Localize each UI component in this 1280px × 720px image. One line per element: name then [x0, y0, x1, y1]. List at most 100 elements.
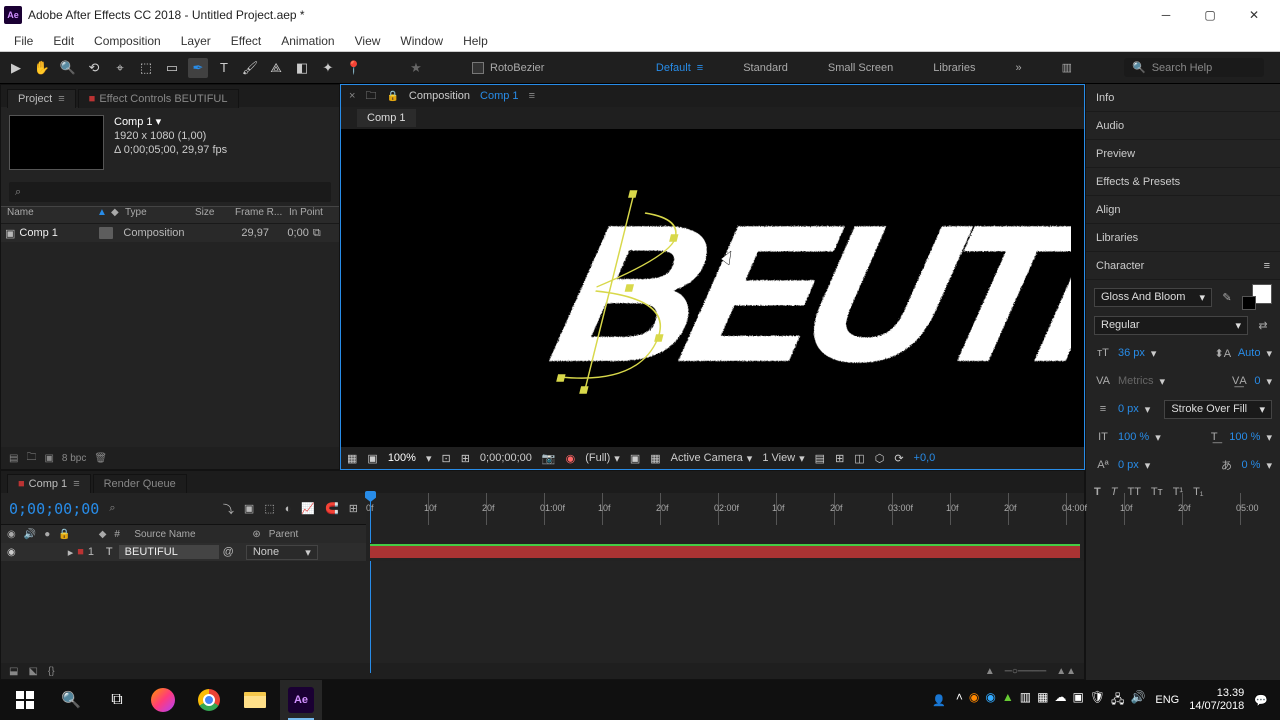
- taskbar-after-effects[interactable]: Ae: [280, 680, 322, 720]
- panel-menu-icon[interactable]: ≡: [1264, 260, 1270, 272]
- 3d-draft-icon[interactable]: ▦: [650, 452, 660, 465]
- camera-select[interactable]: Active Camera▾: [671, 452, 753, 465]
- subscript-button[interactable]: T₁: [1193, 486, 1203, 498]
- viewer-comp-link[interactable]: Comp 1: [480, 90, 519, 102]
- timeline-tab-comp[interactable]: ■Comp 1≡: [7, 474, 91, 493]
- rotobezier-checkbox[interactable]: [472, 62, 484, 74]
- minimize-button[interactable]: ─: [1144, 0, 1188, 30]
- current-timecode[interactable]: 0;00;00;00: [9, 500, 99, 518]
- timeline-layer-row[interactable]: ◉ ▸ ■ 1 T BEUTIFUL @ None▾: [1, 543, 1084, 561]
- hand-tool-icon[interactable]: ✋: [32, 58, 52, 78]
- exposure-value[interactable]: +0,0: [914, 452, 936, 464]
- project-item-row[interactable]: ▣ Comp 1 Composition 29,97 0;00 ⧉: [1, 224, 339, 242]
- vscale-value[interactable]: 100 %: [1118, 431, 1149, 443]
- transparency-icon[interactable]: ▣: [367, 452, 377, 465]
- rotobezier-option[interactable]: RotoBezier: [472, 62, 544, 74]
- timeline-search-icon[interactable]: ⌕: [109, 502, 115, 515]
- menu-view[interactable]: View: [345, 32, 391, 50]
- notifications-icon[interactable]: 💬: [1254, 694, 1268, 707]
- menu-composition[interactable]: Composition: [84, 32, 171, 50]
- viewer-menu-icon[interactable]: ≡: [529, 90, 535, 102]
- hdr-size[interactable]: Size: [195, 207, 235, 223]
- taskbar-search-icon[interactable]: 🔍: [50, 680, 92, 720]
- menu-effect[interactable]: Effect: [221, 32, 271, 50]
- eyedropper-icon[interactable]: ✎: [1218, 291, 1236, 304]
- shape-tool-icon[interactable]: ▭: [162, 58, 182, 78]
- workspace-small[interactable]: Small Screen: [828, 62, 893, 74]
- taskbar-clock[interactable]: 13.3914/07/2018: [1189, 687, 1244, 713]
- col-lock-icon[interactable]: 🔒: [58, 529, 70, 540]
- smallcaps-button[interactable]: Tᴛ: [1151, 486, 1163, 498]
- draft3d-icon[interactable]: ▣: [244, 502, 254, 515]
- graph-editor-icon[interactable]: 📈: [301, 502, 315, 515]
- search-help-input[interactable]: 🔍 Search Help: [1124, 58, 1264, 77]
- toggle-in-out-icon[interactable]: {}: [48, 666, 55, 677]
- type-tool-icon[interactable]: T: [214, 58, 234, 78]
- menu-edit[interactable]: Edit: [43, 32, 84, 50]
- workspace-panel-icon[interactable]: ▥: [1062, 61, 1072, 74]
- workspace-default-menu-icon[interactable]: ≡: [697, 62, 703, 74]
- hdr-inpoint[interactable]: In Point: [289, 207, 323, 223]
- baseline-value[interactable]: 0 px: [1118, 459, 1139, 471]
- trash-icon[interactable]: 🗑: [94, 453, 107, 464]
- tray-app4-icon[interactable]: ▥: [1020, 690, 1031, 711]
- menu-help[interactable]: Help: [453, 32, 498, 50]
- toggle-modes-icon[interactable]: ⬕: [28, 666, 37, 677]
- col-parent[interactable]: Parent: [269, 529, 329, 540]
- motionblur-icon[interactable]: ◐: [285, 503, 292, 515]
- menu-file[interactable]: File: [4, 32, 43, 50]
- layer-label-icon[interactable]: ■: [77, 546, 84, 558]
- workspace-overflow-icon[interactable]: »: [1015, 62, 1021, 74]
- time-display[interactable]: 0;00;00;00: [480, 452, 532, 464]
- hdr-framerate[interactable]: Frame R...: [235, 207, 289, 223]
- stroke-color-swatch[interactable]: [1242, 296, 1256, 310]
- taskbar-explorer[interactable]: [234, 680, 276, 720]
- snapshot-icon[interactable]: 📷: [542, 452, 556, 465]
- camera-tool-icon[interactable]: ⌖: [110, 58, 130, 78]
- framemix-icon[interactable]: ⬚: [264, 502, 274, 515]
- hdr-sort-icon[interactable]: ▲: [97, 207, 111, 223]
- workspace-standard[interactable]: Standard: [743, 62, 788, 74]
- layer-twirl-icon[interactable]: ▸: [68, 546, 74, 559]
- bpc-label[interactable]: 8 bpc: [62, 453, 86, 464]
- brush-tool-icon[interactable]: 🖌: [240, 58, 260, 78]
- toggle-switches-icon[interactable]: ⬓: [9, 666, 18, 677]
- hdr-name[interactable]: Name: [7, 207, 97, 223]
- layer-parent-select[interactable]: None▾: [246, 545, 318, 560]
- lock-icon[interactable]: 🔒: [386, 91, 398, 102]
- tracking-value[interactable]: 0: [1254, 375, 1260, 387]
- tray-up-icon[interactable]: ˄: [956, 690, 963, 711]
- zoom-tool-icon[interactable]: 🔍: [58, 58, 78, 78]
- layer-name[interactable]: BEUTIFUL: [119, 545, 219, 559]
- close-viewer-icon[interactable]: ×: [349, 90, 355, 102]
- leading-value[interactable]: Auto: [1238, 347, 1261, 359]
- puppet-tool-icon[interactable]: 📍: [344, 58, 364, 78]
- workspace-default[interactable]: Default: [656, 62, 691, 74]
- viewport-stage[interactable]: BEUTI: [341, 129, 1084, 447]
- viewer-folder-icon[interactable]: 🗀: [365, 87, 376, 106]
- adj-icon[interactable]: ⊞: [349, 502, 358, 515]
- swap-colors-icon[interactable]: ⇄: [1254, 319, 1272, 332]
- close-button[interactable]: ✕: [1232, 0, 1276, 30]
- font-size-value[interactable]: 36 px: [1118, 347, 1145, 359]
- col-eye-icon[interactable]: ◉: [7, 529, 16, 540]
- col-label-icon[interactable]: ◆: [99, 529, 107, 540]
- language-indicator[interactable]: ENG: [1155, 694, 1179, 706]
- shy-icon[interactable]: ⤵: [223, 501, 234, 517]
- roto-tool-icon[interactable]: ✦: [318, 58, 338, 78]
- tray-defender-icon[interactable]: 🛡: [1090, 690, 1105, 711]
- viewer-subtab[interactable]: Comp 1: [357, 109, 416, 127]
- allcaps-button[interactable]: TT: [1127, 486, 1140, 498]
- zoom-out-icon[interactable]: ▲: [985, 666, 995, 677]
- pen-tool-icon[interactable]: ✒: [188, 58, 208, 78]
- bold-button[interactable]: T: [1094, 486, 1101, 498]
- workspace-libraries[interactable]: Libraries: [933, 62, 975, 74]
- project-search-input[interactable]: ⌕: [9, 182, 331, 202]
- panel-preview[interactable]: Preview: [1086, 140, 1280, 168]
- tab-effect-controls[interactable]: ■Effect Controls BEUTIFUL: [78, 89, 239, 108]
- zoom-slider[interactable]: ─○────: [1005, 666, 1046, 677]
- pickwhip-icon[interactable]: @: [223, 546, 234, 558]
- menu-layer[interactable]: Layer: [171, 32, 221, 50]
- taskbar-firefox[interactable]: [142, 680, 184, 720]
- refresh-icon[interactable]: ⟳: [894, 452, 903, 465]
